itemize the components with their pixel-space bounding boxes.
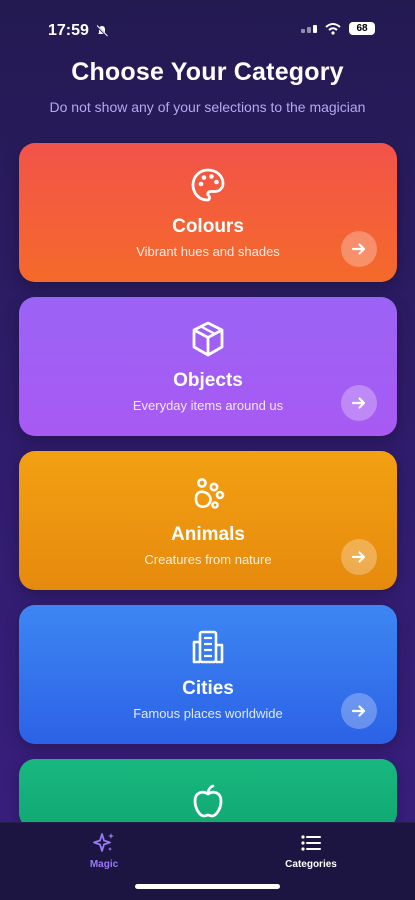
arrow-button[interactable] (341, 693, 377, 729)
arrow-right-icon (351, 551, 366, 563)
battery-indicator: 68 (349, 22, 375, 35)
category-name: Colours (172, 216, 244, 237)
arrow-button[interactable] (341, 385, 377, 421)
category-card-objects[interactable]: Objects Everyday items around us (19, 297, 397, 436)
category-name: Objects (173, 370, 243, 391)
home-indicator[interactable] (135, 884, 280, 889)
palette-icon (191, 168, 225, 202)
box-icon (192, 321, 224, 357)
page-subtitle: Do not show any of your selections to th… (49, 99, 366, 115)
category-card-colours[interactable]: Colours Vibrant hues and shades (19, 143, 397, 282)
category-card-animals[interactable]: Animals Creatures from nature (19, 451, 397, 590)
tab-magic[interactable]: Magic (64, 831, 144, 870)
tab-categories[interactable]: Categories (271, 831, 351, 870)
header: Choose Your Category Do not show any of … (0, 58, 415, 115)
category-list: Colours Vibrant hues and shades Objects … (19, 143, 397, 844)
paw-icon (194, 478, 225, 509)
building-icon (192, 630, 224, 664)
status-time: 17:59 (48, 22, 89, 39)
status-left: 17:59 (48, 22, 109, 40)
category-card-cities[interactable]: Cities Famous places worldwide (19, 605, 397, 744)
category-name: Animals (171, 524, 245, 545)
status-bar: 17:59 68 (0, 0, 415, 60)
category-name: Cities (182, 678, 234, 699)
page-title: Choose Your Category (71, 58, 344, 86)
tab-label: Magic (89, 859, 119, 870)
status-right: 68 (301, 22, 375, 35)
apple-icon (193, 784, 223, 818)
list-icon (301, 835, 321, 851)
arrow-button[interactable] (341, 539, 377, 575)
arrow-button[interactable] (341, 231, 377, 267)
arrow-right-icon (351, 243, 366, 255)
arrow-right-icon (351, 705, 366, 717)
sparkles-icon (93, 833, 114, 852)
silent-bell-icon (96, 25, 108, 37)
arrow-right-icon (351, 397, 366, 409)
wifi-icon (325, 22, 341, 35)
category-card-partial[interactable] (19, 759, 397, 829)
tab-label: Categories (285, 859, 337, 870)
signal-icon (301, 24, 317, 33)
